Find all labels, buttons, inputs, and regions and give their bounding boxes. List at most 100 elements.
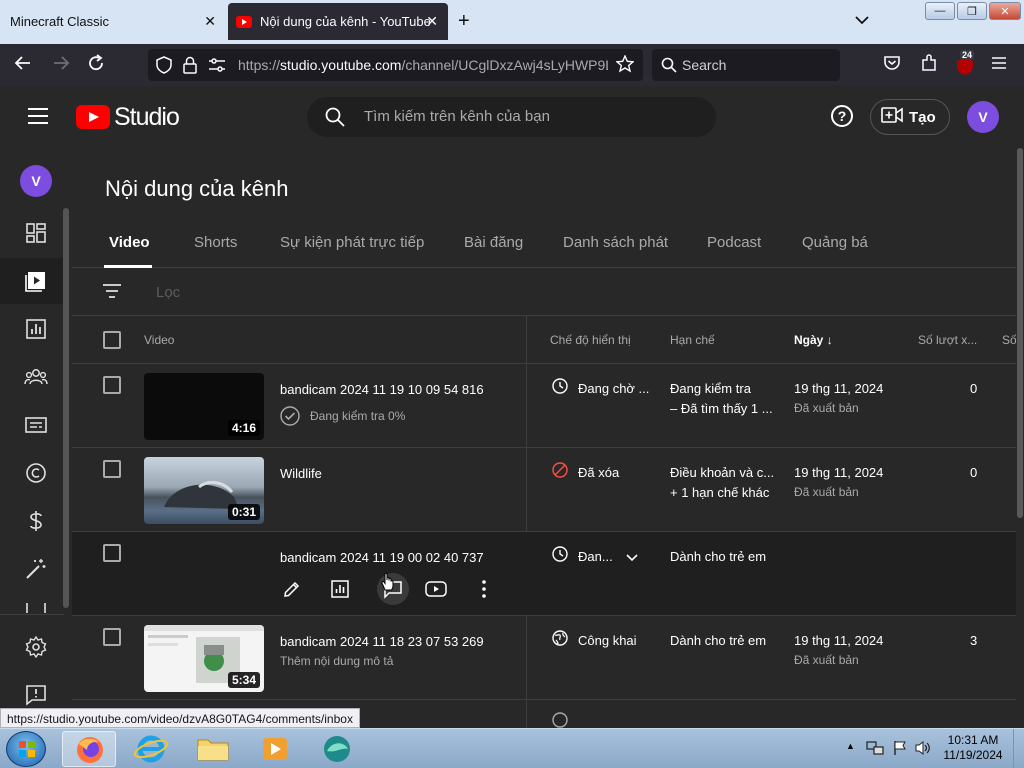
lock-icon[interactable]: [183, 56, 197, 79]
taskbar-internet-explorer[interactable]: [124, 731, 178, 767]
video-title[interactable]: bandicam 2024 11 18 23 07 53 269: [280, 634, 484, 649]
video-thumbnail[interactable]: 4:16: [144, 373, 264, 440]
page-scrollbar[interactable]: [1016, 148, 1024, 728]
row-checkbox[interactable]: [103, 628, 121, 646]
channel-search-input[interactable]: Tìm kiếm trên kênh của bạn: [307, 97, 716, 137]
row-checkbox[interactable]: [103, 460, 121, 478]
row-checkbox[interactable]: [103, 544, 121, 562]
tab-live[interactable]: Sự kiện phát trực tiếp: [280, 234, 424, 251]
video-title[interactable]: bandicam 2024 11 19 10 09 54 816: [280, 382, 484, 397]
reload-icon[interactable]: [87, 54, 105, 77]
more-options-icon[interactable]: [473, 578, 495, 600]
visibility-value[interactable]: Đang chờ ...: [578, 381, 649, 396]
video-title[interactable]: bandicam 2024 11 19 00 02 40 737: [280, 550, 484, 565]
table-row[interactable]: 0:31 Wildlife Đã xóa Điều khoản và c... …: [72, 448, 1024, 532]
page-scrollbar-thumb[interactable]: [1017, 148, 1023, 518]
system-clock[interactable]: 10:31 AM 11/19/2024: [938, 733, 1008, 763]
ublock-extension-icon[interactable]: 24: [955, 50, 975, 76]
new-tab-button[interactable]: +: [458, 10, 470, 33]
pocket-icon[interactable]: [883, 54, 901, 77]
forward-icon[interactable]: [52, 54, 70, 77]
taskbar-file-explorer[interactable]: [186, 731, 240, 767]
visibility-value[interactable]: Đã xóa: [578, 465, 619, 480]
permissions-icon[interactable]: [208, 57, 226, 78]
account-avatar[interactable]: V: [967, 101, 999, 133]
sidebar-item-analytics[interactable]: [24, 317, 48, 341]
tab-podcast[interactable]: Podcast: [707, 234, 761, 251]
sidebar-item-feedback[interactable]: [24, 683, 48, 707]
url-text[interactable]: https://studio.youtube.com/channel/UCglD…: [238, 57, 608, 73]
close-icon[interactable]: ✕: [204, 13, 216, 30]
close-icon[interactable]: ✕: [426, 13, 438, 30]
hamburger-menu-icon[interactable]: [28, 108, 48, 124]
video-title[interactable]: Wildlife: [280, 466, 322, 481]
back-icon[interactable]: [14, 54, 32, 77]
restriction-value[interactable]: Dành cho trẻ em: [670, 633, 766, 648]
taskbar-app[interactable]: [310, 731, 364, 767]
network-icon[interactable]: [866, 740, 884, 761]
tab-video[interactable]: Video: [109, 234, 150, 251]
close-window-button[interactable]: ✕: [989, 2, 1021, 20]
restriction-value[interactable]: Dành cho trẻ em: [670, 549, 766, 564]
tab-shorts[interactable]: Shorts: [194, 234, 237, 251]
video-description-prompt[interactable]: Thêm nội dung mô tả: [280, 654, 393, 668]
sidebar-item-dashboard[interactable]: [24, 221, 48, 245]
sidebar-item-earn[interactable]: [24, 509, 48, 533]
sidebar-item-community[interactable]: [24, 365, 48, 389]
menu-icon[interactable]: [990, 54, 1008, 77]
tab-posts[interactable]: Bài đăng: [464, 234, 523, 251]
table-row[interactable]: bandicam 2024 11 19 00 02 40 737 Đan... …: [72, 532, 1024, 616]
row-checkbox[interactable]: [103, 376, 121, 394]
list-all-tabs-button[interactable]: [855, 12, 869, 28]
table-row[interactable]: 4:16 bandicam 2024 11 19 10 09 54 816 Đa…: [72, 364, 1024, 448]
video-thumbnail[interactable]: 5:34: [144, 625, 264, 692]
visibility-value[interactable]: Công khai: [578, 633, 637, 648]
show-desktop-button[interactable]: [1013, 729, 1024, 768]
taskbar-firefox[interactable]: [62, 731, 116, 767]
visibility-value[interactable]: Đan...: [578, 549, 613, 564]
studio-logo-text[interactable]: Studio: [114, 103, 180, 132]
visibility-dropdown-icon[interactable]: [626, 549, 638, 567]
tab-promotions[interactable]: Quảng bá: [802, 234, 868, 251]
channel-avatar[interactable]: V: [20, 165, 52, 197]
volume-icon[interactable]: [914, 740, 932, 761]
restriction-value[interactable]: Điều khoản và c...: [670, 465, 774, 480]
minimize-button[interactable]: —: [925, 2, 955, 20]
restriction-value[interactable]: Đang kiểm tra: [670, 381, 751, 396]
help-icon[interactable]: ?: [831, 105, 853, 127]
sidebar-item-copyright[interactable]: [24, 461, 48, 485]
sidebar-scrollbar[interactable]: [63, 208, 69, 608]
edit-details-icon[interactable]: [281, 578, 303, 600]
filter-input[interactable]: Lọc: [156, 284, 180, 301]
action-center-flag-icon[interactable]: [892, 740, 908, 761]
bookmark-star-icon[interactable]: [615, 54, 635, 78]
sidebar-item-subtitles[interactable]: [24, 413, 48, 437]
restore-button[interactable]: ❐: [957, 2, 987, 20]
column-date[interactable]: Ngày ↓: [794, 333, 833, 347]
sidebar-item-content[interactable]: [24, 269, 48, 293]
show-hidden-icons[interactable]: ▲: [846, 741, 855, 751]
browser-search-bar[interactable]: Search: [652, 49, 840, 81]
video-thumbnail[interactable]: 0:31: [144, 457, 264, 524]
sidebar-item-audio-library[interactable]: [24, 603, 48, 613]
restriction-extra[interactable]: – Đã tìm thấy 1 ...: [670, 401, 773, 416]
filter-icon[interactable]: [102, 283, 122, 304]
shield-icon[interactable]: [156, 56, 172, 79]
tab-minecraft-classic[interactable]: Minecraft Classic ✕: [0, 3, 226, 40]
tab-playlists[interactable]: Danh sách phát: [563, 234, 668, 251]
extensions-icon[interactable]: [920, 54, 938, 77]
create-button[interactable]: Tạo: [870, 99, 950, 135]
youtube-logo-icon[interactable]: [76, 105, 110, 129]
select-all-checkbox[interactable]: [103, 331, 121, 349]
analytics-icon[interactable]: [329, 578, 351, 600]
column-comments[interactable]: Số: [1002, 333, 1017, 347]
youtube-watch-icon[interactable]: [425, 578, 447, 600]
taskbar-media-player[interactable]: [248, 731, 302, 767]
url-bar[interactable]: https://studio.youtube.com/channel/UCglD…: [148, 49, 643, 81]
sidebar-item-customization[interactable]: [24, 557, 48, 581]
column-views[interactable]: Số lượt x...: [918, 333, 977, 347]
tab-youtube-studio[interactable]: Nội dung của kênh - YouTube Studio ✕: [228, 3, 448, 40]
table-row[interactable]: 5:34 bandicam 2024 11 18 23 07 53 269 Th…: [72, 616, 1024, 700]
restriction-extra[interactable]: + 1 hạn chế khác: [670, 485, 769, 500]
start-button[interactable]: [6, 731, 46, 767]
